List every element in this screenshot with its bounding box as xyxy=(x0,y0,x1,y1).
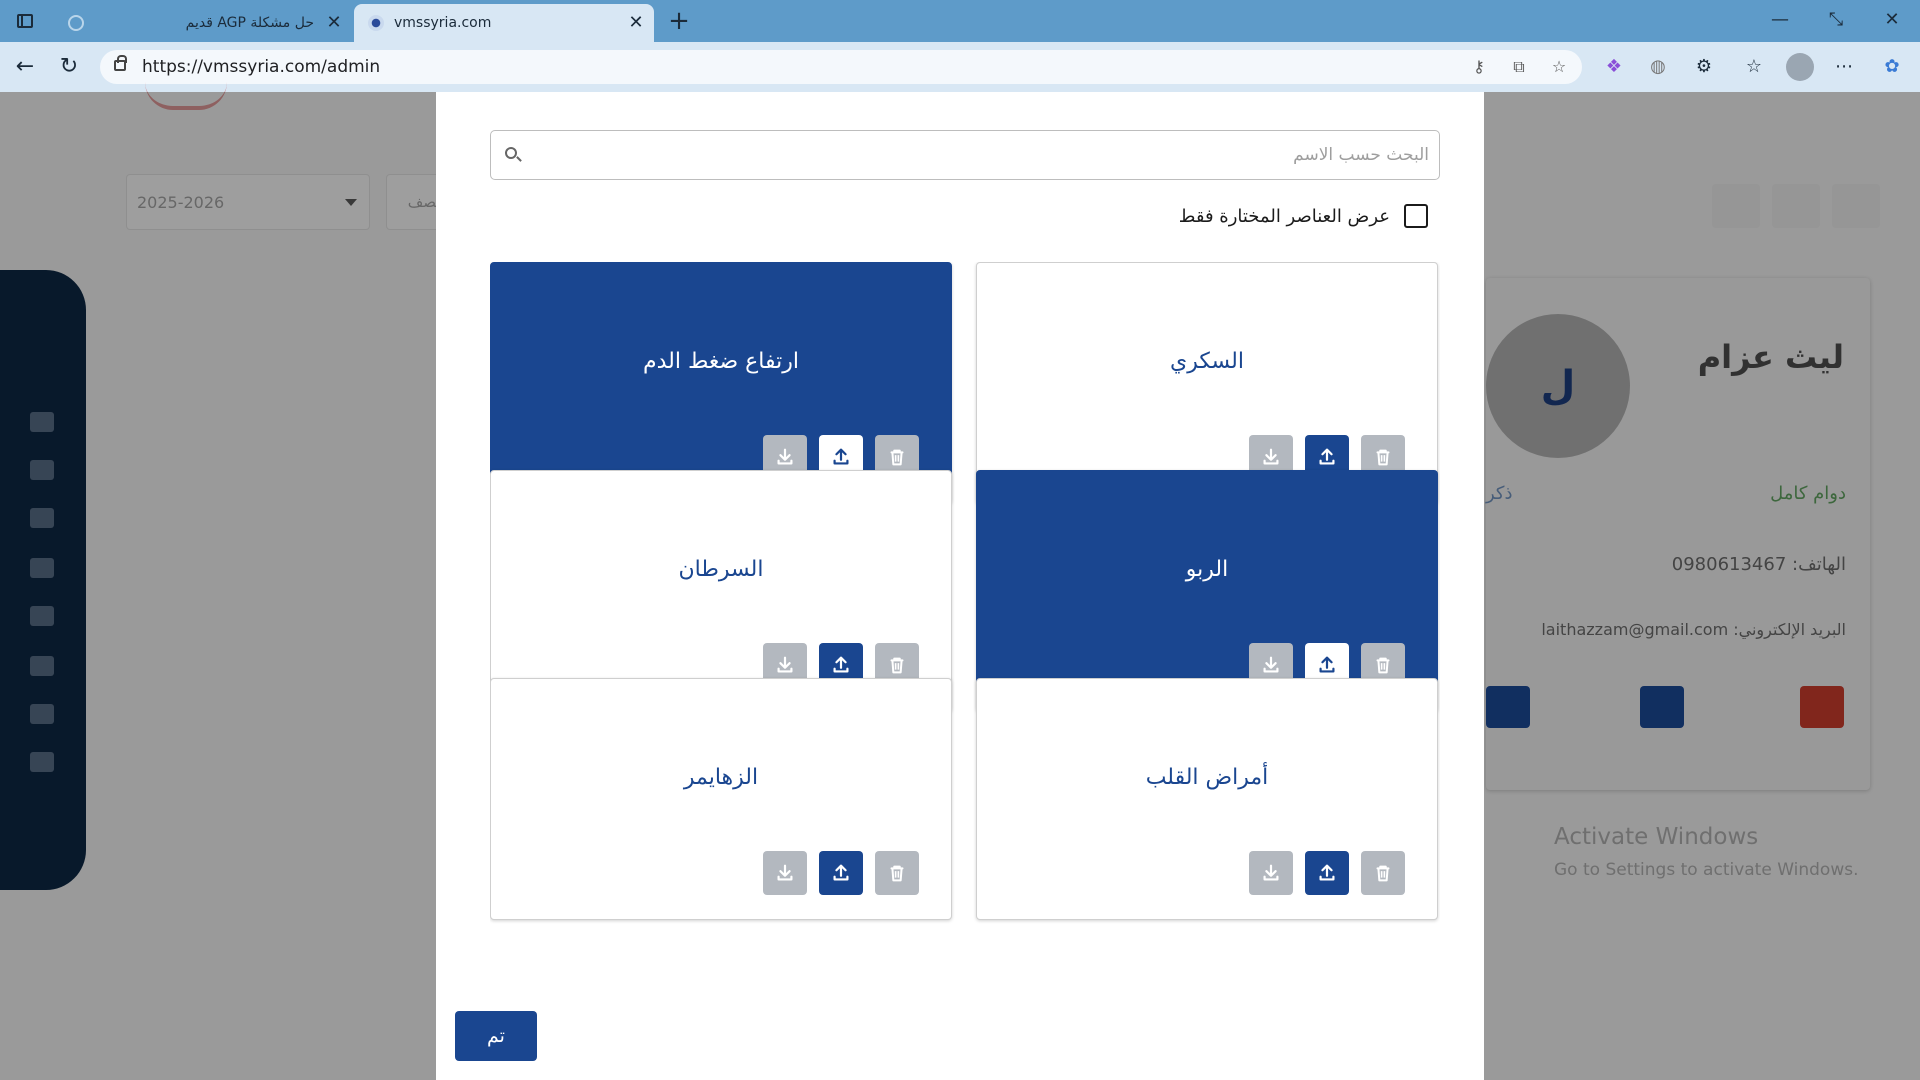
item-card[interactable]: الربو xyxy=(976,470,1438,712)
item-card[interactable]: الزهايمر xyxy=(490,678,952,920)
upload-icon xyxy=(1319,656,1335,673)
delete-button[interactable] xyxy=(1361,851,1405,895)
upload-button[interactable] xyxy=(1305,851,1349,895)
restore-icon[interactable]: ⤡ xyxy=(1808,0,1864,40)
address-bar: ← ↻ https://vmssyria.com/admin ⚷ ⧉ ☆ ❖ ◍… xyxy=(0,42,1920,92)
trash-icon xyxy=(1376,865,1390,882)
item-card[interactable]: السكري xyxy=(976,262,1438,504)
chatgpt-favicon-icon xyxy=(68,15,84,31)
item-card-title: السكري xyxy=(1170,349,1244,374)
url-field[interactable]: https://vmssyria.com/admin ⚷ ⧉ ☆ xyxy=(100,50,1582,84)
upload-button[interactable] xyxy=(819,851,863,895)
delete-button[interactable] xyxy=(875,851,919,895)
profile-icon[interactable] xyxy=(1786,53,1814,81)
done-button[interactable]: تم xyxy=(455,1011,537,1061)
item-card-title: السرطان xyxy=(678,557,764,582)
item-card-title: الربو xyxy=(1185,557,1229,582)
upload-icon xyxy=(1319,864,1335,881)
favorites-icon[interactable]: ☆ xyxy=(1740,53,1768,81)
download-button[interactable] xyxy=(1249,851,1293,895)
item-card[interactable]: أمراض القلب xyxy=(976,678,1438,920)
new-tab-icon[interactable]: + xyxy=(664,6,694,36)
item-card-title: أمراض القلب xyxy=(1145,765,1269,790)
item-card-title: ارتفاع ضغط الدم xyxy=(643,349,799,374)
selection-dialog: عرض العناصر المختارة فقط السكري ارتفاع ضغ… xyxy=(436,92,1484,1080)
upload-icon xyxy=(833,656,849,673)
extensions-icon[interactable]: ⚙ xyxy=(1690,53,1718,81)
item-card-actions xyxy=(763,851,935,897)
key-icon[interactable]: ⚷ xyxy=(1468,56,1490,78)
site-info-icon[interactable] xyxy=(114,55,127,71)
reload-icon[interactable]: ↻ xyxy=(54,53,84,81)
close-icon[interactable]: ✕ xyxy=(626,13,646,33)
item-card-title: الزهايمر xyxy=(683,765,759,790)
trash-icon xyxy=(1376,657,1390,674)
tab-title: vmssyria.com xyxy=(394,15,492,31)
trash-icon xyxy=(1376,449,1390,466)
tab-agp[interactable]: حل مشكلة AGP قديم ✕ xyxy=(54,4,352,42)
tab-title: حل مشكلة AGP قديم xyxy=(185,15,314,31)
item-card[interactable]: ارتفاع ضغط الدم xyxy=(490,262,952,504)
trash-icon xyxy=(890,657,904,674)
search-input[interactable] xyxy=(531,131,1429,179)
tab-bar: حل مشكلة AGP قديم ✕ vmssyria.com ✕ + — ⤡… xyxy=(0,0,1920,42)
selected-only-label: عرض العناصر المختارة فقط xyxy=(1178,205,1390,227)
globe-icon[interactable]: ◍ xyxy=(1644,53,1672,81)
search-field[interactable] xyxy=(490,130,1440,180)
download-icon xyxy=(777,656,793,673)
search-icon xyxy=(505,147,517,159)
sidebar-toggle-icon[interactable] xyxy=(12,9,38,33)
site-favicon-icon xyxy=(368,15,384,31)
window-close-icon[interactable]: ✕ xyxy=(1864,0,1920,40)
open-in-app-icon[interactable]: ⧉ xyxy=(1508,56,1530,78)
upload-icon xyxy=(1319,448,1335,465)
trash-icon xyxy=(890,449,904,466)
url-text: https://vmssyria.com/admin xyxy=(142,57,381,77)
download-icon xyxy=(1263,656,1279,673)
edge-copilot-icon[interactable]: ✿ xyxy=(1878,53,1906,81)
back-icon[interactable]: ← xyxy=(10,53,40,81)
upload-icon xyxy=(833,448,849,465)
copilot-icon[interactable]: ❖ xyxy=(1600,53,1628,81)
star-icon[interactable]: ☆ xyxy=(1548,56,1570,78)
download-button[interactable] xyxy=(763,851,807,895)
more-icon[interactable]: ⋯ xyxy=(1830,53,1858,81)
close-icon[interactable]: ✕ xyxy=(324,13,344,33)
download-icon xyxy=(1263,448,1279,465)
selected-only-filter[interactable]: عرض العناصر المختارة فقط xyxy=(1179,202,1428,230)
trash-icon xyxy=(890,865,904,882)
upload-icon xyxy=(833,864,849,881)
item-card[interactable]: السرطان xyxy=(490,470,952,712)
selected-only-checkbox[interactable] xyxy=(1404,204,1428,228)
minimize-icon[interactable]: — xyxy=(1752,0,1808,40)
download-icon xyxy=(777,864,793,881)
download-icon xyxy=(1263,864,1279,881)
tab-vmssyria[interactable]: vmssyria.com ✕ xyxy=(354,4,654,42)
items-grid[interactable]: السكري ارتفاع ضغط الدم الربو السرطان أمراض ا… xyxy=(490,262,1440,938)
item-card-actions xyxy=(1249,851,1421,897)
download-icon xyxy=(777,448,793,465)
